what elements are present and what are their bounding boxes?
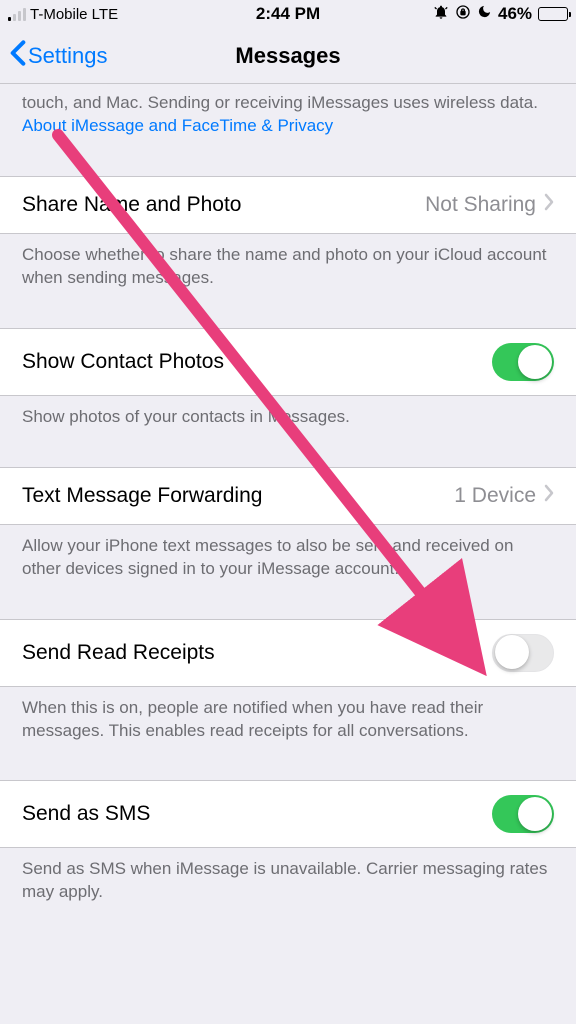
back-button[interactable]: Settings: [10, 39, 108, 73]
battery-icon: [538, 7, 568, 21]
nav-bar: Settings Messages: [0, 28, 576, 84]
contacts-label: Show Contact Photos: [22, 350, 492, 374]
send-as-sms-row: Send as SMS: [0, 780, 576, 848]
text-message-forwarding-row[interactable]: Text Message Forwarding 1 Device: [0, 467, 576, 525]
send-as-sms-toggle[interactable]: [492, 795, 554, 833]
share-label: Share Name and Photo: [22, 193, 425, 217]
clock: 2:44 PM: [195, 4, 382, 24]
show-contact-photos-row: Show Contact Photos: [0, 328, 576, 396]
send-read-receipts-toggle[interactable]: [492, 634, 554, 672]
chevron-left-icon: [10, 39, 28, 73]
send-read-receipts-row: Send Read Receipts: [0, 619, 576, 687]
share-value: Not Sharing: [425, 193, 536, 217]
forwarding-label: Text Message Forwarding: [22, 484, 454, 508]
forwarding-value: 1 Device: [454, 484, 536, 508]
settings-scroll[interactable]: touch, and Mac. Sending or receiving iMe…: [0, 84, 576, 1024]
share-footer: Choose whether to share the name and pho…: [0, 234, 576, 302]
status-bar: T-Mobile LTE 2:44 PM 46%: [0, 0, 576, 28]
back-label: Settings: [28, 43, 108, 69]
show-contact-photos-toggle[interactable]: [492, 343, 554, 381]
alarm-icon: [433, 4, 449, 25]
signal-icon: [8, 8, 26, 21]
contacts-footer: Show photos of your contacts in Messages…: [0, 396, 576, 441]
dnd-moon-icon: [477, 4, 492, 24]
chevron-right-icon: [544, 484, 554, 508]
battery-pct: 46%: [498, 4, 532, 24]
imessage-privacy-link[interactable]: About iMessage and FaceTime & Privacy: [22, 116, 333, 135]
sms-footer: Send as SMS when iMessage is unavailable…: [0, 848, 576, 916]
share-name-photo-row[interactable]: Share Name and Photo Not Sharing: [0, 176, 576, 234]
carrier-label: T-Mobile LTE: [30, 6, 118, 23]
sms-label: Send as SMS: [22, 802, 492, 826]
forwarding-footer: Allow your iPhone text messages to also …: [0, 525, 576, 593]
chevron-right-icon: [544, 193, 554, 217]
receipts-label: Send Read Receipts: [22, 641, 492, 665]
orientation-lock-icon: [455, 4, 471, 25]
imessage-footer: touch, and Mac. Sending or receiving iMe…: [0, 84, 576, 150]
receipts-footer: When this is on, people are notified whe…: [0, 687, 576, 755]
